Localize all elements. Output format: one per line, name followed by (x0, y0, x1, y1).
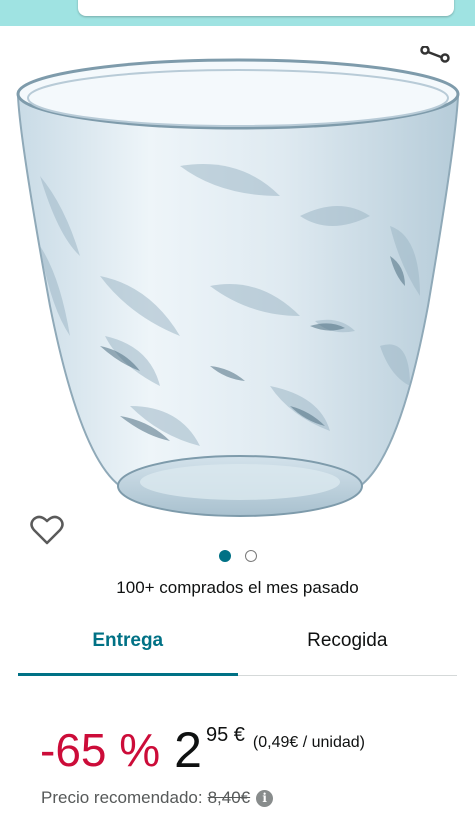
info-icon[interactable]: i (256, 789, 274, 807)
heart-icon[interactable] (30, 514, 64, 546)
pagination-dot[interactable] (244, 550, 257, 562)
search-input[interactable] (78, 0, 454, 16)
list-price-value: 8,40€ (207, 788, 251, 807)
price-fraction: 95 € (205, 724, 245, 746)
discount-percentage: -65 % (40, 724, 161, 776)
purchase-count-text: 100+ comprados el mes pasado (116, 578, 359, 597)
image-pagination (0, 548, 475, 564)
fulfillment-tabs: Entrega Recogida (18, 620, 457, 676)
product-image[interactable] (10, 46, 466, 536)
product-image-gallery[interactable] (0, 26, 475, 545)
share-icon[interactable] (419, 46, 451, 72)
list-price-row: Precio recomendado: 8,40€ i (41, 788, 274, 808)
list-price-label: Precio recomendado: (41, 788, 203, 807)
pagination-dot-active[interactable] (218, 550, 231, 562)
header-bar (0, 0, 475, 26)
price-block: -65 % 2 95 € (0,49€ / unidad) (40, 722, 365, 782)
tab-recogida[interactable]: Recogida (238, 620, 458, 675)
price-whole: 2 (174, 722, 202, 778)
unit-price: (0,49€ / unidad) (252, 734, 365, 751)
tab-entrega[interactable]: Entrega (18, 620, 238, 676)
